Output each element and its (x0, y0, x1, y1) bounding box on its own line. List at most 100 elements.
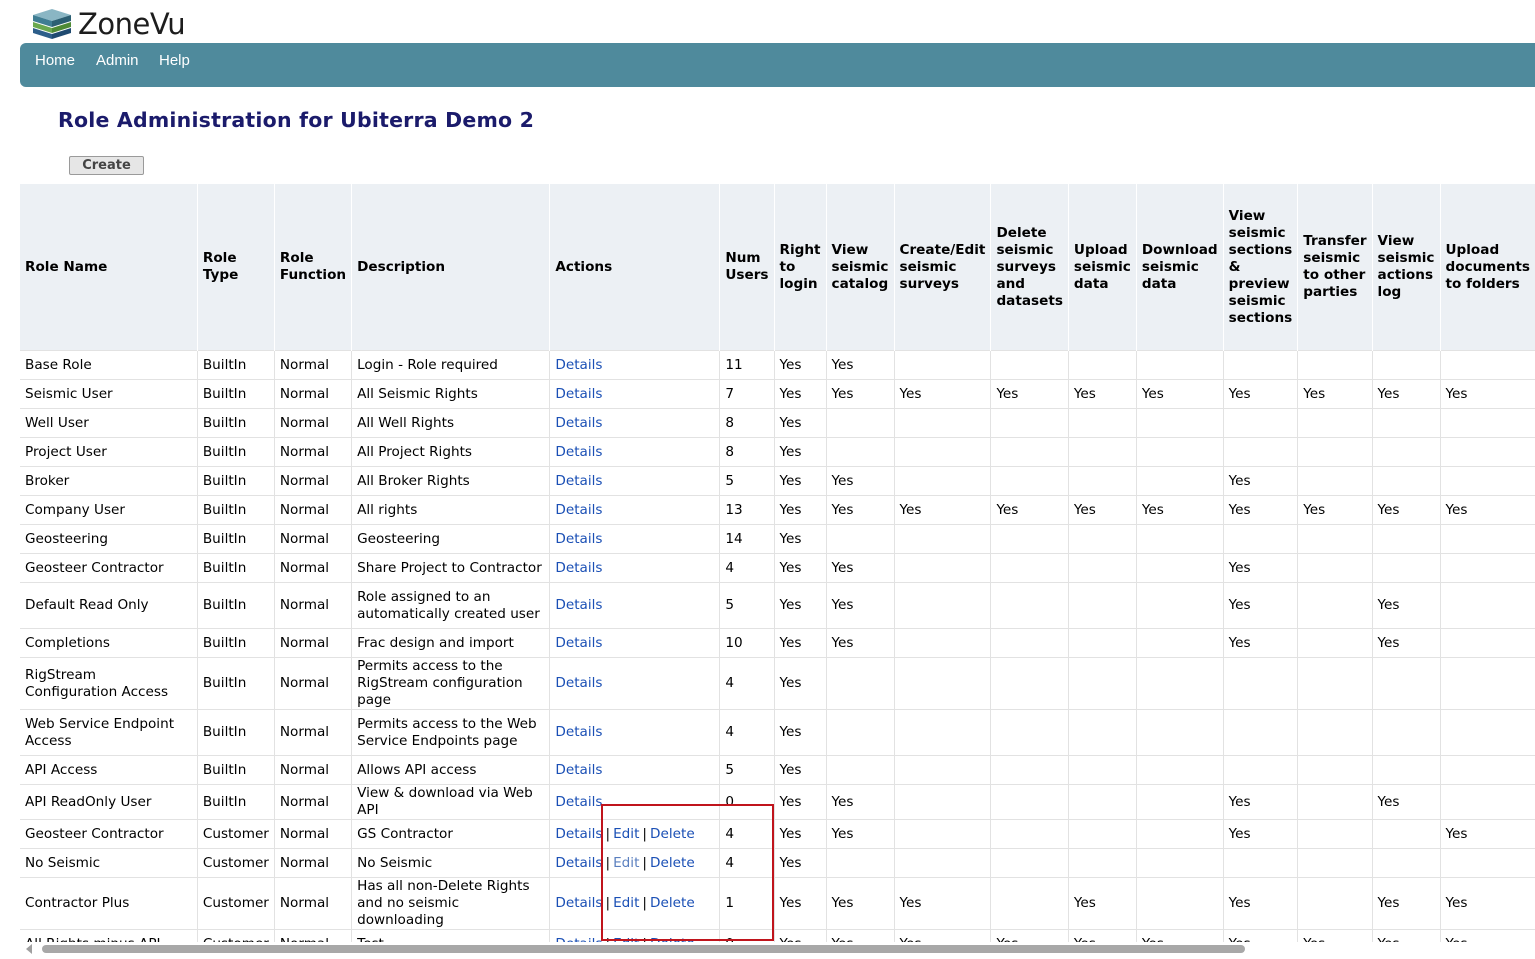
table-row: Seismic User BuiltIn Normal All Seismic Rig… (20, 379, 1535, 409)
role-function-cell: Normal (273, 657, 352, 710)
permission-cell-view-seismic-sections: Yes (1222, 877, 1298, 930)
details-link[interactable]: Details (555, 895, 602, 911)
permission-cell-upload-seismic-data (1067, 709, 1137, 756)
details-link[interactable]: Details (555, 386, 602, 402)
description-cell: Role assigned to an automatically create… (351, 582, 550, 629)
actions-cell: Details (549, 437, 720, 467)
details-link[interactable]: Details (555, 357, 602, 373)
permission-cell-view-seismic-catalog: Yes (825, 466, 894, 496)
permission-cell-transfer-seismic (1297, 628, 1373, 658)
details-link[interactable]: Details (555, 473, 602, 489)
permission-cell-right-to-login: Yes (773, 784, 827, 820)
table-header-row: Role Name Role Type Role Function Descripti… (20, 184, 1535, 351)
num-users-cell: 5 (719, 582, 774, 629)
scroll-thumb[interactable] (42, 945, 1245, 953)
permission-cell-create-edit-seismic-surveys (893, 709, 991, 756)
permission-cell-view-seismic-actions-log (1371, 437, 1440, 467)
permission-cell-view-seismic-sections: Yes (1222, 466, 1298, 496)
col-header-delete-seismic-surveys: Delete seismic surveys and datasets (990, 184, 1069, 351)
permission-cell-upload-seismic-data: Yes (1067, 929, 1137, 942)
col-header-actions: Actions (549, 184, 720, 351)
col-header-transfer-seismic: Transfer seismic to other parties (1297, 184, 1373, 351)
actions-cell: Details (549, 553, 720, 583)
role-function-cell: Normal (273, 350, 352, 380)
description-cell: All Well Rights (351, 408, 550, 438)
roles-table-container: Role Name Role Type Role Function Descripti… (20, 184, 1535, 942)
action-separator: | (642, 895, 648, 911)
permission-cell-upload-documents: Yes (1439, 929, 1535, 942)
nav-home[interactable]: Home (35, 52, 75, 69)
delete-link[interactable]: Delete (650, 855, 695, 871)
details-link[interactable]: Details (555, 855, 602, 871)
edit-link[interactable]: Edit (613, 855, 639, 871)
details-link[interactable]: Details (555, 635, 602, 651)
table-row: Broker BuiltIn Normal All Broker Rights Deta… (20, 466, 1535, 496)
role-name-cell: Seismic User (20, 379, 198, 409)
permission-cell-view-seismic-actions-log (1371, 819, 1440, 849)
permission-cell-view-seismic-sections: Yes (1222, 582, 1298, 629)
edit-link[interactable]: Edit (613, 826, 639, 842)
permission-cell-view-seismic-catalog: Yes (825, 628, 894, 658)
permission-cell-right-to-login: Yes (773, 709, 827, 756)
permission-cell-view-seismic-sections (1222, 848, 1298, 878)
permission-cell-upload-documents: Yes (1439, 877, 1535, 930)
action-separator: | (605, 895, 611, 911)
actions-cell: Details (549, 495, 720, 525)
nav-help[interactable]: Help (159, 52, 190, 69)
permission-cell-delete-seismic-surveys (990, 582, 1069, 629)
details-link[interactable]: Details (555, 415, 602, 431)
col-header-num-users: Num Users (719, 184, 774, 351)
permission-cell-right-to-login: Yes (773, 657, 827, 710)
details-link[interactable]: Details (555, 531, 602, 547)
description-cell: All Seismic Rights (351, 379, 550, 409)
description-cell: Allows API access (351, 755, 550, 785)
description-cell: GS Contractor (351, 819, 550, 849)
details-link[interactable]: Details (555, 675, 602, 691)
details-link[interactable]: Details (555, 502, 602, 518)
scroll-left-arrow-icon[interactable] (26, 944, 32, 954)
permission-cell-delete-seismic-surveys (990, 819, 1069, 849)
permission-cell-transfer-seismic: Yes (1297, 929, 1373, 942)
role-name-cell: All Rights minus API (20, 929, 198, 942)
permission-cell-create-edit-seismic-surveys: Yes (893, 379, 991, 409)
description-cell: Share Project to Contractor (351, 553, 550, 583)
details-link[interactable]: Details (555, 597, 602, 613)
details-link[interactable]: Details (555, 444, 602, 460)
horizontal-scrollbar[interactable] (20, 942, 1535, 959)
details-link[interactable]: Details (555, 724, 602, 740)
create-button[interactable]: Create (69, 156, 144, 175)
permission-cell-view-seismic-catalog: Yes (825, 877, 894, 930)
permission-cell-transfer-seismic (1297, 755, 1373, 785)
permission-cell-download-seismic-data (1135, 437, 1224, 467)
delete-link[interactable]: Delete (650, 826, 695, 842)
permission-cell-view-seismic-actions-log: Yes (1371, 495, 1440, 525)
permission-cell-right-to-login: Yes (773, 437, 827, 467)
permission-cell-transfer-seismic (1297, 709, 1373, 756)
permission-cell-create-edit-seismic-surveys (893, 437, 991, 467)
permission-cell-create-edit-seismic-surveys (893, 848, 991, 878)
permission-cell-create-edit-seismic-surveys (893, 466, 991, 496)
permission-cell-delete-seismic-surveys (990, 848, 1069, 878)
details-link[interactable]: Details (555, 826, 602, 842)
details-link[interactable]: Details (555, 560, 602, 576)
num-users-cell: 7 (719, 379, 774, 409)
nav-admin[interactable]: Admin (96, 52, 139, 69)
role-function-cell: Normal (273, 819, 352, 849)
permission-cell-view-seismic-catalog: Yes (825, 582, 894, 629)
col-header-role-name: Role Name (20, 184, 198, 351)
table-row: Web Service Endpoint Access BuiltIn Normal… (20, 709, 1535, 756)
action-separator: | (642, 825, 648, 842)
details-link[interactable]: Details (555, 794, 602, 810)
details-link[interactable]: Details (555, 762, 602, 778)
zonevu-logo[interactable]: ZoneVu (30, 6, 186, 42)
permission-cell-view-seismic-actions-log (1371, 466, 1440, 496)
role-type-cell: BuiltIn (196, 784, 275, 820)
edit-link[interactable]: Edit (613, 895, 639, 911)
table-row: Project User BuiltIn Normal All Project Rig… (20, 437, 1535, 467)
delete-link[interactable]: Delete (650, 895, 695, 911)
permission-cell-view-seismic-actions-log: Yes (1371, 877, 1440, 930)
permission-cell-upload-documents (1439, 408, 1535, 438)
role-function-cell: Normal (273, 755, 352, 785)
permission-cell-download-seismic-data: Yes (1135, 495, 1224, 525)
permission-cell-download-seismic-data (1135, 553, 1224, 583)
